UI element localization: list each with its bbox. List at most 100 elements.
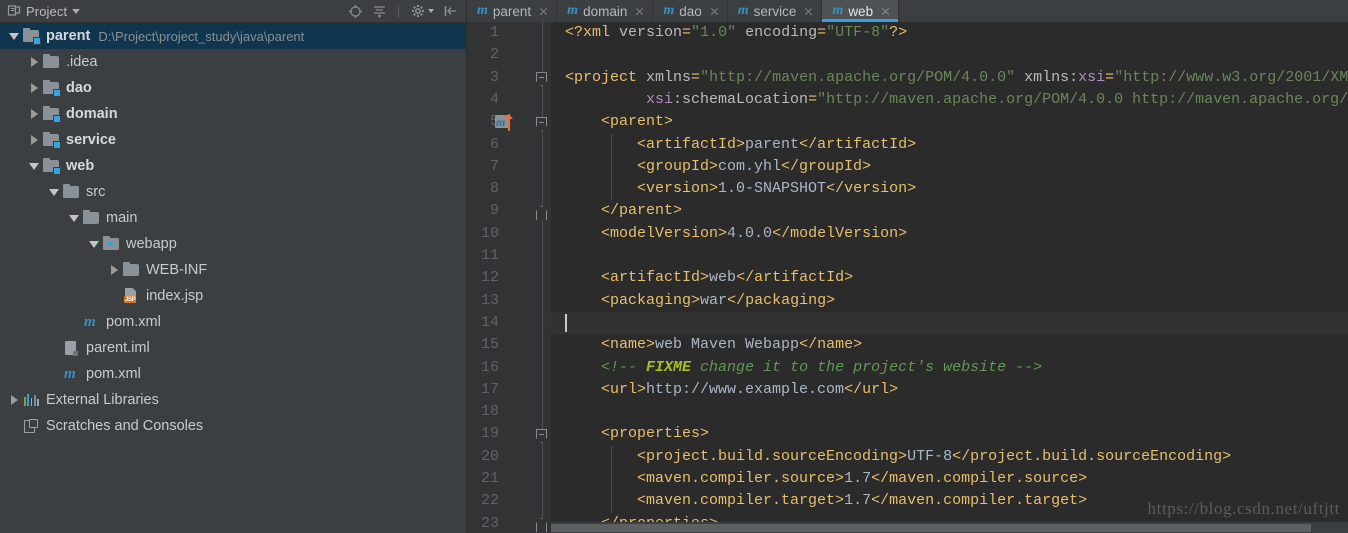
project-view-selector[interactable]: Project <box>6 4 81 19</box>
expand-arrow-icon[interactable] <box>28 82 40 94</box>
code-line-11[interactable] <box>551 245 1348 267</box>
fold-marker-9[interactable] <box>536 200 550 222</box>
line-number: 22 <box>480 492 499 510</box>
editor-gutter[interactable]: 12345m67891011121314151617181920212223 <box>467 22 551 533</box>
gutter-line-13: 13 <box>467 290 551 312</box>
fold-marker-23[interactable] <box>536 513 550 533</box>
code-line-14[interactable] <box>551 311 1348 335</box>
code-editor[interactable]: 12345m67891011121314151617181920212223 <… <box>467 22 1348 533</box>
collapse-arrow-icon[interactable] <box>68 212 80 224</box>
expand-arrow-icon[interactable] <box>28 134 40 146</box>
line-number: 14 <box>480 313 499 331</box>
gear-dropdown-icon[interactable] <box>428 9 434 13</box>
line-number: 6 <box>489 135 499 153</box>
tree-item-domain[interactable]: domain <box>0 101 466 127</box>
line-number: 1 <box>489 24 499 41</box>
expand-arrow-icon[interactable] <box>108 264 120 276</box>
close-icon[interactable] <box>539 7 548 16</box>
project-tree[interactable]: parent D:\Project\project_study\java\pare… <box>0 23 466 533</box>
tree-item-web[interactable]: web <box>0 153 466 179</box>
tree-item-external-libraries[interactable]: External Libraries <box>0 387 466 413</box>
tree-item-parent[interactable]: parent D:\Project\project_study\java\pare… <box>0 23 466 49</box>
gutter-line-10: 10 <box>467 223 551 245</box>
tree-item-dao[interactable]: dao <box>0 75 466 101</box>
collapse-arrow-icon[interactable] <box>8 30 20 42</box>
tree-item-label: parent <box>46 27 91 44</box>
collapse-all-icon[interactable] <box>372 4 387 19</box>
expand-arrow-icon[interactable] <box>28 108 40 120</box>
gutter-line-12: 12 <box>467 267 551 289</box>
editor-tab-service[interactable]: m service <box>728 0 823 22</box>
code-line-17[interactable]: <url>http://www.example.com</url> <box>551 379 1348 401</box>
expand-arrow-icon[interactable] <box>28 56 40 68</box>
tree-item-pom-xml[interactable]: m pom.xml <box>0 361 466 387</box>
no-arrow-spacer <box>48 368 60 380</box>
tree-item-main[interactable]: main <box>0 205 466 231</box>
module-folder-icon <box>43 157 61 175</box>
collapse-arrow-icon[interactable] <box>88 238 100 250</box>
gutter-line-3: 3 <box>467 67 551 89</box>
editor-tab-parent[interactable]: m parent <box>467 0 558 22</box>
code-line-20[interactable]: <project.build.sourceEncoding>UTF-8</pro… <box>551 446 1348 468</box>
maven-module-icon: m <box>737 3 749 18</box>
locate-target-icon[interactable] <box>348 4 363 19</box>
scrollbar-thumb[interactable] <box>551 524 1311 532</box>
code-line-13[interactable]: <packaging>war</packaging> <box>551 290 1348 312</box>
code-line-4[interactable]: xsi:schemaLocation="http://maven.apache.… <box>551 89 1348 111</box>
module-folder-icon <box>23 27 41 45</box>
editor-tab-bar[interactable]: m parent m domain m dao m service m web <box>467 0 1348 22</box>
project-view-icon <box>6 4 21 19</box>
tree-item-pom-xml[interactable]: m pom.xml <box>0 309 466 335</box>
code-line-18[interactable] <box>551 401 1348 423</box>
close-icon[interactable] <box>635 7 644 16</box>
code-line-22[interactable]: <maven.compiler.target>1.7</maven.compil… <box>551 490 1348 512</box>
fold-marker-19[interactable] <box>536 423 550 445</box>
close-icon[interactable] <box>710 7 719 16</box>
expand-arrow-icon[interactable] <box>8 394 20 406</box>
gutter-line-2: 2 <box>467 44 551 66</box>
gear-icon[interactable] <box>410 4 425 19</box>
tree-item-label: webapp <box>126 235 177 252</box>
code-line-1[interactable]: <?xml version="1.0" encoding="UTF-8"?> <box>551 22 1348 44</box>
code-line-3[interactable]: <project xmlns="http://maven.apache.org/… <box>551 67 1348 89</box>
fold-marker-5[interactable] <box>536 111 550 133</box>
code-text[interactable]: <?xml version="1.0" encoding="UTF-8"?> <p… <box>551 22 1348 533</box>
tree-item-src[interactable]: src <box>0 179 466 205</box>
code-line-7[interactable]: <groupId>com.yhl</groupId> <box>551 156 1348 178</box>
editor-tab-web[interactable]: m web <box>822 0 900 22</box>
code-line-2[interactable] <box>551 44 1348 66</box>
code-line-10[interactable]: <modelVersion>4.0.0</modelVersion> <box>551 223 1348 245</box>
close-icon[interactable] <box>881 7 890 16</box>
code-line-19[interactable]: <properties> <box>551 423 1348 445</box>
tree-item-service[interactable]: service <box>0 127 466 153</box>
horizontal-scrollbar[interactable] <box>551 522 1348 533</box>
code-line-8[interactable]: <version>1.0-SNAPSHOT</version> <box>551 178 1348 200</box>
tree-item--idea[interactable]: .idea <box>0 49 466 75</box>
tree-item-index-jsp[interactable]: JSP index.jsp <box>0 283 466 309</box>
maven-pom-icon: m <box>84 314 96 330</box>
fold-marker-3[interactable] <box>536 67 550 89</box>
code-line-9[interactable]: </parent> <box>551 200 1348 222</box>
hide-panel-icon[interactable] <box>443 4 458 19</box>
tree-item-scratches-and-consoles[interactable]: Scratches and Consoles <box>0 413 466 439</box>
collapse-arrow-icon[interactable] <box>48 186 60 198</box>
editor-tab-domain[interactable]: m domain <box>557 0 654 22</box>
scratches-icon <box>23 418 40 434</box>
code-line-21[interactable]: <maven.compiler.source>1.7</maven.compil… <box>551 468 1348 490</box>
iml-file-icon <box>63 340 80 356</box>
tree-item-webapp[interactable]: webapp <box>0 231 466 257</box>
collapse-arrow-icon[interactable] <box>28 160 40 172</box>
tree-item-parent-iml[interactable]: parent.iml <box>0 335 466 361</box>
editor-tab-dao[interactable]: m dao <box>653 0 728 22</box>
maven-reimport-icon[interactable]: m <box>495 114 513 132</box>
code-line-15[interactable]: <name>web Maven Webapp</name> <box>551 334 1348 356</box>
code-line-6[interactable]: <artifactId>parent</artifactId> <box>551 134 1348 156</box>
close-icon[interactable] <box>804 7 813 16</box>
chevron-down-icon[interactable] <box>72 8 81 14</box>
code-line-12[interactable]: <artifactId>web</artifactId> <box>551 267 1348 289</box>
tree-item-web-inf[interactable]: WEB-INF <box>0 257 466 283</box>
code-line-16[interactable]: <!-- FIXME change it to the project's we… <box>551 357 1348 379</box>
code-line-5[interactable]: <parent> <box>551 111 1348 133</box>
line-number: 21 <box>480 470 499 487</box>
jsp-file-icon: JSP <box>123 288 140 304</box>
